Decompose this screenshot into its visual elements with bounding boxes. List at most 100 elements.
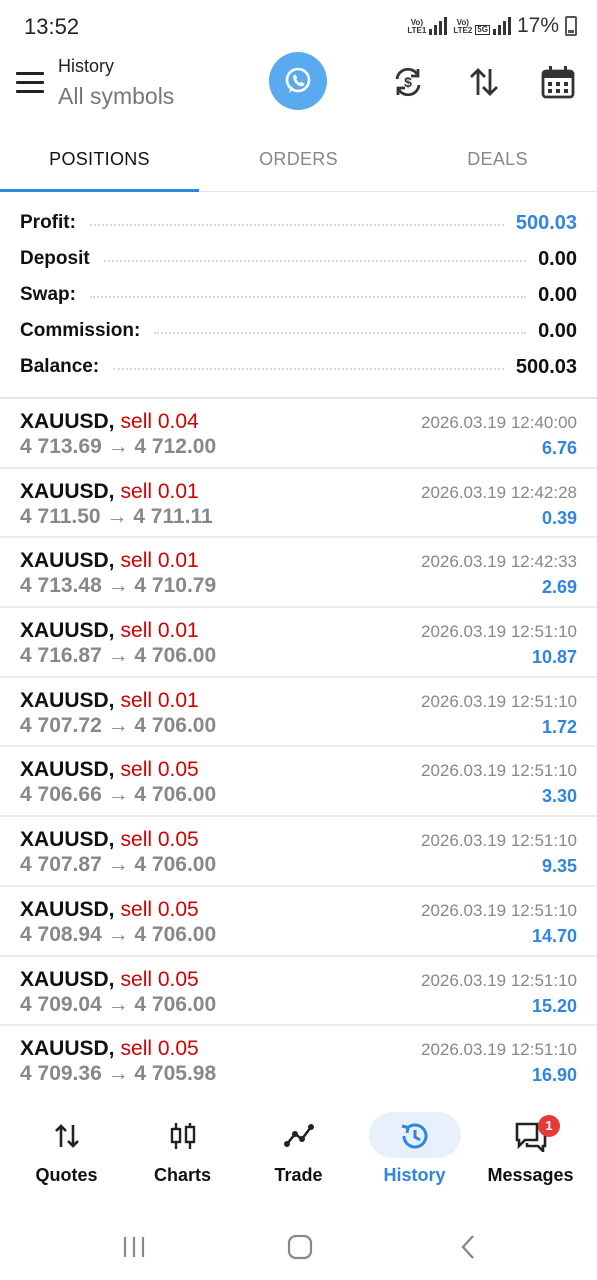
deal-datetime: 2026.03.19 12:51:10	[421, 831, 577, 851]
deal-prices: 4 711.50 → 4 711.11	[20, 504, 213, 528]
nav-quotes[interactable]: Quotes	[8, 1105, 125, 1200]
list-item[interactable]: XAUUSD, sell 0.05 4 706.66 → 4 706.00 202…	[0, 747, 597, 818]
deal-prices: 4 709.36 → 4 705.98	[20, 1062, 217, 1086]
summary-value: 500.03	[515, 211, 577, 234]
back-icon[interactable]	[455, 1233, 483, 1261]
summary-label: Swap:	[20, 284, 76, 305]
sim2-signal-icon: Vo) LTE2 5G	[453, 17, 511, 35]
nav-history[interactable]: History	[356, 1105, 473, 1200]
calendar-button[interactable]	[538, 62, 578, 102]
deal-side: sell 0.01	[120, 479, 199, 503]
deal-symbol: XAUUSD,	[20, 1037, 115, 1061]
list-item[interactable]: XAUUSD, sell 0.05 4 707.87 → 4 706.00 202…	[0, 817, 597, 887]
deal-datetime: 2026.03.19 12:51:10	[421, 970, 577, 990]
candlestick-icon	[170, 1123, 195, 1149]
history-icon	[401, 1123, 427, 1149]
deal-side: sell 0.05	[120, 758, 199, 782]
deal-prices: 4 708.94 → 4 706.00	[20, 922, 217, 946]
trend-line-icon	[283, 1124, 314, 1147]
bottom-navigation: Quotes Charts Trade History 1 Messages	[0, 1105, 597, 1200]
quotes-icon	[54, 1124, 79, 1148]
status-time: 13:52	[24, 14, 80, 39]
deal-datetime: 2026.03.19 12:51:10	[421, 691, 577, 711]
deal-side: sell 0.01	[120, 619, 199, 643]
menu-icon[interactable]	[16, 72, 44, 94]
list-item[interactable]: XAUUSD, sell 0.01 4 711.50 → 4 711.11 202…	[0, 469, 597, 539]
deal-prices: 4 706.66 → 4 706.00	[20, 783, 217, 807]
deal-symbol: XAUUSD,	[20, 897, 115, 921]
deal-profit: 6.76	[541, 438, 577, 458]
nav-label: Trade	[274, 1165, 323, 1185]
summary-label: Profit:	[20, 212, 76, 233]
status-icons: Vo) LTE1 Vo) LTE2 5G 17%	[407, 14, 577, 38]
list-item[interactable]: XAUUSD, sell 0.04 4 713.69 → 4 712.00 202…	[0, 399, 597, 469]
tab-positions[interactable]: POSITIONS	[0, 132, 199, 192]
list-item[interactable]: XAUUSD, sell 0.05 4 709.04 → 4 706.00 202…	[0, 957, 597, 1027]
app-header: History All symbols $	[0, 52, 597, 132]
deal-side: sell 0.05	[120, 967, 199, 991]
deal-datetime: 2026.03.19 12:51:10	[421, 761, 577, 781]
status-bar: 13:52 Vo) LTE1 Vo) LTE2 5G 17%	[0, 0, 597, 52]
tab-deals[interactable]: DEALS	[398, 132, 597, 191]
deal-profit: 16.90	[531, 1065, 577, 1086]
whatsapp-button[interactable]	[269, 52, 327, 110]
deal-profit: 10.87	[531, 647, 577, 668]
nav-messages[interactable]: 1 Messages	[472, 1105, 589, 1200]
deal-datetime: 2026.03.19 12:40:00	[421, 413, 577, 432]
sort-icon	[470, 68, 498, 96]
summary-commission: Commission: 0.00	[20, 313, 577, 349]
list-item[interactable]: XAUUSD, sell 0.05 4 709.36 → 4 705.98 202…	[0, 1026, 597, 1096]
page-title: History	[58, 56, 115, 76]
deal-datetime: 2026.03.19 12:51:10	[421, 900, 577, 920]
svg-text:$: $	[404, 74, 412, 90]
nav-label: Quotes	[35, 1165, 98, 1185]
deal-datetime: 2026.03.19 12:51:10	[421, 1040, 577, 1060]
deal-symbol: XAUUSD,	[20, 619, 115, 643]
list-item[interactable]: XAUUSD, sell 0.01 4 716.87 → 4 706.00 202…	[0, 608, 597, 678]
deal-prices: 4 707.87 → 4 706.00	[20, 853, 217, 877]
nav-charts[interactable]: Charts	[124, 1105, 241, 1200]
sim1-signal-icon: Vo) LTE1	[407, 17, 448, 35]
history-tabs: POSITIONS ORDERS DEALS	[0, 132, 597, 192]
home-icon[interactable]	[286, 1233, 314, 1261]
symbol-filter[interactable]: All symbols	[58, 83, 174, 110]
summary-value: 0.00	[538, 319, 577, 342]
calendar-icon	[541, 66, 575, 99]
battery-icon	[565, 16, 577, 36]
system-navigation-bar	[0, 1215, 597, 1280]
deal-profit: 3.30	[541, 786, 577, 807]
currency-exchange-button[interactable]: $	[388, 62, 428, 102]
positions-list: XAUUSD, sell 0.04 4 713.69 → 4 712.00 202…	[0, 399, 597, 1096]
recent-apps-icon[interactable]	[120, 1233, 148, 1261]
deal-symbol: XAUUSD,	[20, 688, 115, 712]
deal-side: sell 0.01	[120, 688, 199, 712]
deal-prices: 4 713.69 → 4 712.00	[20, 435, 217, 458]
deal-side: sell 0.01	[120, 549, 199, 573]
summary-label: Deposit	[20, 248, 90, 269]
history-summary: Profit: 500.03 Deposit 0.00 Swap: 0.00 C…	[20, 205, 577, 385]
nav-label: History	[383, 1165, 446, 1185]
whatsapp-icon	[285, 67, 311, 93]
deal-profit: 2.69	[541, 577, 577, 598]
nav-label: Charts	[153, 1165, 211, 1185]
deal-side: sell 0.05	[120, 1037, 199, 1061]
nav-trade[interactable]: Trade	[240, 1105, 357, 1200]
deal-symbol: XAUUSD,	[20, 549, 115, 573]
battery-percent: 17%	[516, 14, 559, 37]
deal-symbol: XAUUSD,	[20, 410, 115, 433]
sort-button[interactable]	[464, 62, 504, 102]
deal-datetime: 2026.03.19 12:51:10	[421, 622, 577, 642]
tab-orders[interactable]: ORDERS	[199, 132, 398, 191]
deal-prices: 4 713.48 → 4 710.79	[20, 574, 217, 598]
summary-value: 0.00	[538, 247, 577, 270]
summary-balance: Balance: 500.03	[20, 349, 577, 385]
deal-symbol: XAUUSD,	[20, 479, 115, 503]
summary-value: 0.00	[538, 283, 577, 306]
list-item[interactable]: XAUUSD, sell 0.01 4 707.72 → 4 706.00 202…	[0, 678, 597, 748]
deal-profit: 0.39	[541, 507, 577, 528]
deal-profit: 9.35	[541, 856, 577, 877]
list-item[interactable]: XAUUSD, sell 0.01 4 713.48 → 4 710.79 202…	[0, 538, 597, 609]
deal-symbol: XAUUSD,	[20, 758, 115, 782]
summary-swap: Swap: 0.00	[20, 277, 577, 313]
list-item[interactable]: XAUUSD, sell 0.05 4 708.94 → 4 706.00 202…	[0, 887, 597, 957]
